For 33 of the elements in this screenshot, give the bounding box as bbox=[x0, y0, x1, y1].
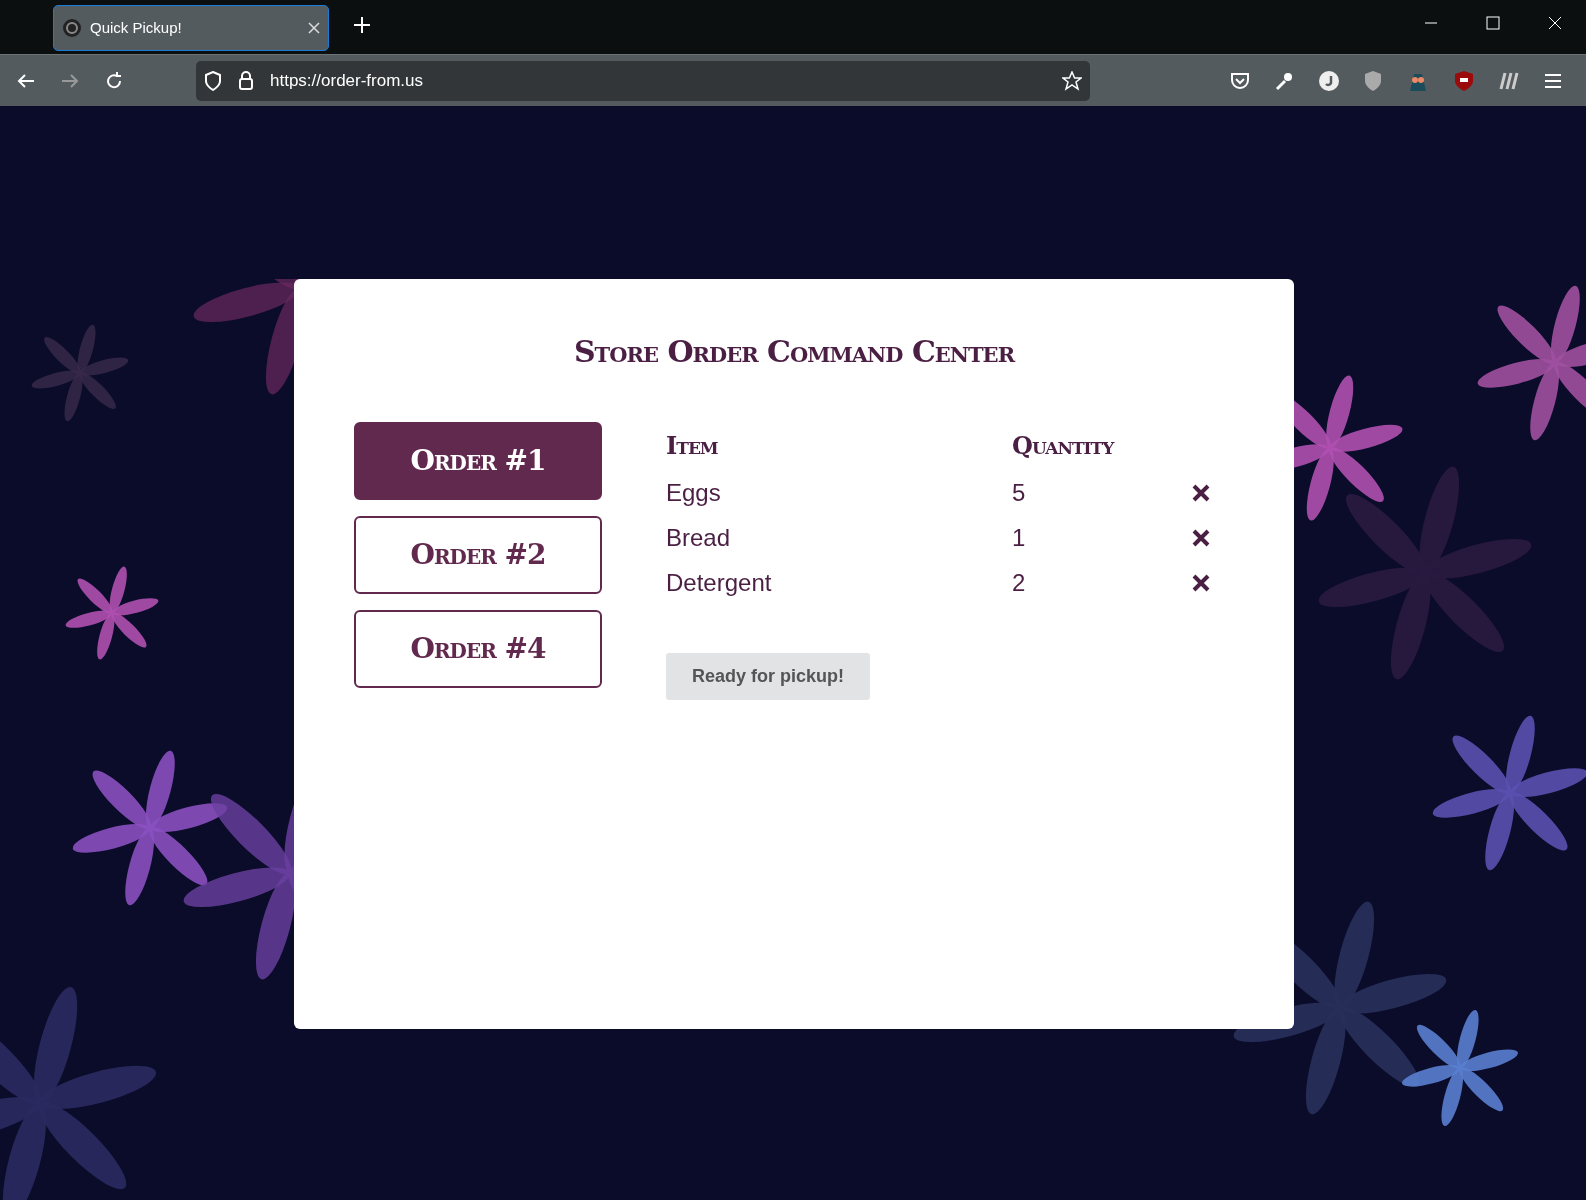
slashes-icon[interactable] bbox=[1498, 70, 1520, 91]
remove-icon[interactable] bbox=[1192, 483, 1210, 502]
table-cell: 5 bbox=[1012, 478, 1026, 506]
spiral-icon bbox=[62, 18, 82, 38]
table-cell: Eggs bbox=[666, 478, 721, 506]
table-cell: 1 bbox=[1012, 523, 1026, 551]
plus-icon[interactable] bbox=[353, 16, 371, 34]
table-cell: Detergent bbox=[666, 568, 772, 596]
lock-icon bbox=[238, 70, 254, 91]
remove-icon[interactable] bbox=[1192, 528, 1210, 547]
table-cell: Bread bbox=[666, 523, 731, 551]
star-icon[interactable] bbox=[1062, 70, 1082, 91]
page-title: Store Order Command Center bbox=[573, 334, 1015, 369]
order-button[interactable]: Order #4 bbox=[354, 610, 602, 688]
ready-for-pickup-button[interactable]: Ready for pickup! bbox=[666, 653, 871, 700]
order-button[interactable]: Order #1 bbox=[354, 422, 602, 500]
remove-icon[interactable] bbox=[1192, 573, 1210, 592]
reload-icon[interactable] bbox=[104, 70, 124, 91]
order-button[interactable]: Order #2 bbox=[354, 516, 602, 594]
address-bar[interactable]: https://order-from.us bbox=[196, 60, 1090, 101]
wrench-icon[interactable] bbox=[1274, 70, 1294, 91]
table-cell: 2 bbox=[1012, 568, 1026, 596]
shield-icon[interactable] bbox=[1454, 69, 1474, 92]
browser-tab[interactable]: Quick Pickup! bbox=[53, 5, 329, 51]
column-header: Item bbox=[666, 431, 718, 460]
circle-icon[interactable] bbox=[1318, 69, 1340, 92]
url-text: https://order-from.us bbox=[270, 69, 424, 92]
shield-icon bbox=[204, 70, 222, 91]
column-header: Quantity bbox=[1012, 431, 1114, 460]
pocket-icon[interactable] bbox=[1230, 70, 1250, 91]
menu-icon[interactable] bbox=[1544, 72, 1562, 89]
tab-title: Quick Pickup! bbox=[90, 17, 182, 38]
maximize-icon[interactable] bbox=[1486, 16, 1500, 30]
